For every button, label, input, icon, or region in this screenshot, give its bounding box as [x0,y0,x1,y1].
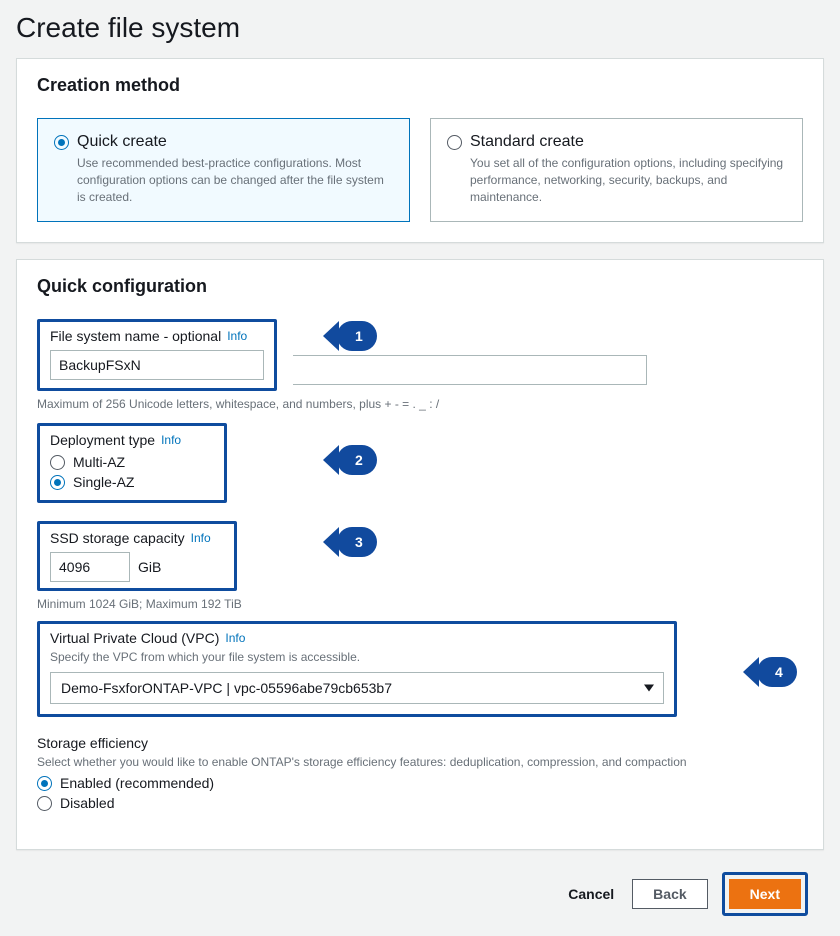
next-button[interactable]: Next [729,879,801,909]
multi-az-option[interactable]: Multi-AZ [50,454,214,470]
standard-create-desc: You set all of the configuration options… [470,155,786,205]
standard-create-option[interactable]: Standard create You set all of the confi… [430,118,803,222]
quick-config-panel: Quick configuration File system name - o… [16,259,824,850]
storage-eff-label: Storage efficiency [37,735,148,751]
next-highlight: Next [722,872,808,916]
deployment-type-label: Deployment type [50,432,155,448]
vpc-value: Demo-FsxforONTAP-VPC | vpc-05596abe79cb6… [50,672,664,704]
info-link[interactable]: Info [225,631,245,645]
quick-create-label: Quick create [77,133,167,151]
cancel-button[interactable]: Cancel [564,880,618,908]
quick-config-heading: Quick configuration [17,260,823,307]
file-name-label: File system name - optional [50,328,221,344]
file-name-help: Maximum of 256 Unicode letters, whitespa… [37,397,803,411]
storage-eff-disabled-label: Disabled [60,795,114,811]
callout-2: 2 [337,445,377,475]
radio-icon [37,776,52,791]
file-name-input[interactable] [50,350,264,380]
radio-icon [50,475,65,490]
single-az-option[interactable]: Single-AZ [50,474,214,490]
vpc-label: Virtual Private Cloud (VPC) [50,630,219,646]
file-name-input-ext [293,355,647,385]
storage-eff-enabled-option[interactable]: Enabled (recommended) [37,775,803,791]
multi-az-label: Multi-AZ [73,454,125,470]
capacity-input[interactable] [50,552,130,582]
info-link[interactable]: Info [161,433,181,447]
capacity-unit: GiB [138,559,161,575]
info-link[interactable]: Info [227,329,247,343]
single-az-label: Single-AZ [73,474,134,490]
page-title: Create file system [16,12,824,44]
storage-eff-disabled-option[interactable]: Disabled [37,795,803,811]
creation-method-panel: Creation method Quick create Use recomme… [16,58,824,243]
capacity-label: SSD storage capacity [50,530,185,546]
callout-1: 1 [337,321,377,351]
radio-icon [54,135,69,150]
standard-create-label: Standard create [470,133,584,151]
radio-icon [447,135,462,150]
storage-eff-desc: Select whether you would like to enable … [37,755,803,769]
vpc-desc: Specify the VPC from which your file sys… [50,650,664,664]
creation-method-heading: Creation method [17,59,823,106]
capacity-help: Minimum 1024 GiB; Maximum 192 TiB [37,597,803,611]
radio-icon [50,455,65,470]
back-button[interactable]: Back [632,879,707,909]
quick-create-desc: Use recommended best-practice configurat… [77,155,393,205]
callout-3: 3 [337,527,377,557]
storage-eff-enabled-label: Enabled (recommended) [60,775,214,791]
vpc-select[interactable]: Demo-FsxforONTAP-VPC | vpc-05596abe79cb6… [50,672,664,704]
callout-4: 4 [757,657,797,687]
info-link[interactable]: Info [191,531,211,545]
quick-create-option[interactable]: Quick create Use recommended best-practi… [37,118,410,222]
radio-icon [37,796,52,811]
